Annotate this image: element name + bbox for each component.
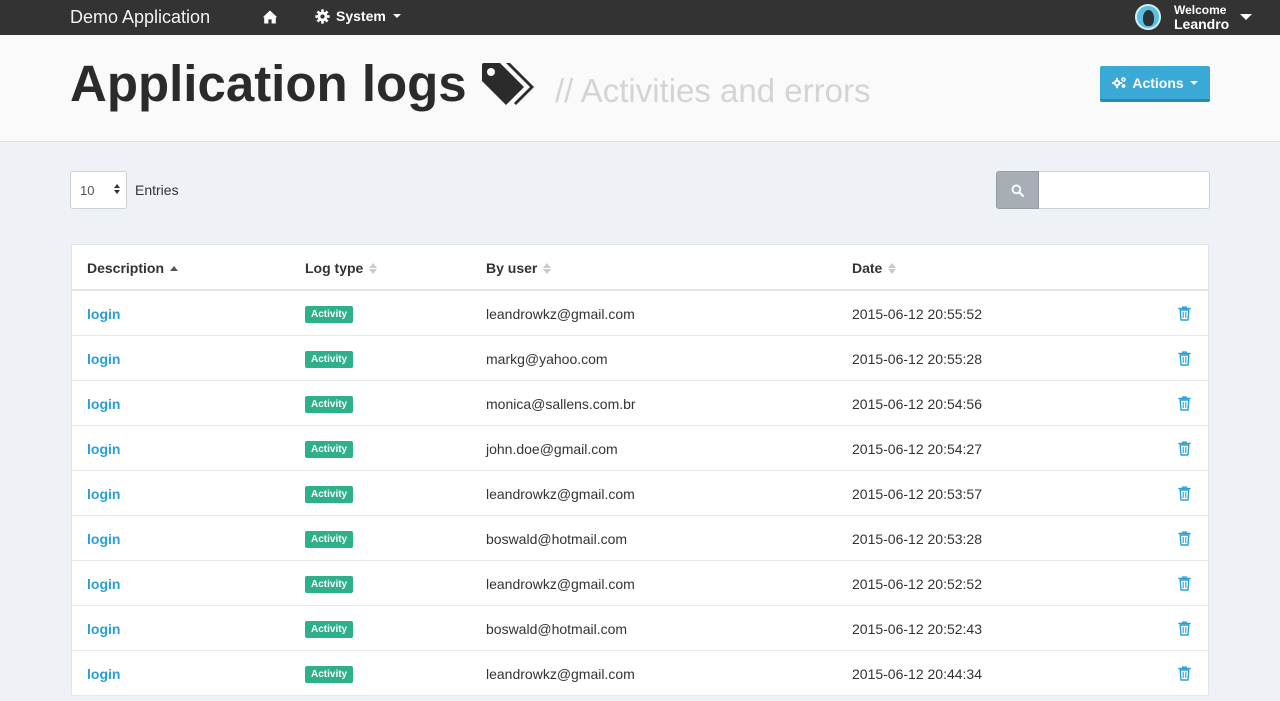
top-navbar: Demo Application System Welcome Leandro	[0, 0, 1280, 35]
log-date: 2015-06-12 20:52:43	[852, 621, 982, 637]
log-user: john.doe@gmail.com	[486, 441, 618, 457]
trash-icon[interactable]	[1178, 396, 1191, 411]
log-description-link[interactable]: login	[87, 666, 120, 682]
log-date: 2015-06-12 20:55:28	[852, 351, 982, 367]
entries-value: 10	[80, 182, 95, 198]
trash-icon[interactable]	[1178, 306, 1191, 321]
sort-icon	[543, 262, 552, 274]
log-user: boswald@hotmail.com	[486, 621, 628, 637]
log-user: leandrowkz@gmail.com	[486, 666, 635, 682]
table-row: login Activity leandrowkz@gmail.com 2015-06…	[72, 561, 1208, 606]
actions-label: Actions	[1132, 74, 1184, 91]
column-header-description[interactable]: Description	[87, 260, 179, 276]
log-user: leandrowkz@gmail.com	[486, 576, 635, 592]
sort-ascending-icon	[170, 265, 179, 271]
sort-icon	[888, 262, 897, 274]
table-row: login Activity boswald@hotmail.com 2015-06-…	[72, 606, 1208, 651]
trash-icon[interactable]	[1178, 576, 1191, 591]
trash-icon[interactable]	[1178, 531, 1191, 546]
column-header-label: Date	[852, 260, 883, 276]
log-date: 2015-06-12 20:54:56	[852, 396, 982, 412]
page-subtitle: // Activities and errors	[555, 72, 871, 109]
log-type-badge: Activity	[305, 531, 354, 548]
search-icon	[1011, 184, 1024, 197]
log-description-link[interactable]: login	[87, 576, 120, 592]
tags-icon	[482, 63, 534, 105]
log-user: monica@sallens.com.br	[486, 396, 636, 412]
trash-icon[interactable]	[1178, 486, 1191, 501]
log-type-badge: Activity	[305, 621, 354, 638]
column-header-log-type[interactable]: Log type	[305, 260, 378, 276]
entries-label: Entries	[135, 182, 179, 198]
page-header: Application logs // Activities and error…	[0, 35, 1280, 142]
system-menu-label: System	[336, 8, 386, 24]
log-type-badge: Activity	[305, 576, 354, 593]
log-description-link[interactable]: login	[87, 486, 120, 502]
log-date: 2015-06-12 20:54:27	[852, 441, 982, 457]
actions-button[interactable]: Actions	[1100, 66, 1210, 102]
welcome-label: Welcome	[1174, 3, 1227, 17]
chevron-down-icon	[1189, 80, 1198, 85]
log-description-link[interactable]: login	[87, 396, 120, 412]
table-row: login Activity monica@sallens.com.br 2015-0…	[72, 381, 1208, 426]
table-row: login Activity boswald@hotmail.com 2015-06-…	[72, 516, 1208, 561]
logs-table: Description Log type By user Date login A…	[71, 244, 1209, 696]
column-header-label: By user	[486, 260, 538, 276]
sort-icon	[369, 262, 378, 274]
column-header-label: Description	[87, 260, 165, 276]
table-header: Description Log type By user Date	[72, 245, 1208, 291]
entries-select[interactable]: 10	[70, 171, 127, 209]
table-row: login Activity leandrowkz@gmail.com 2015-06…	[72, 471, 1208, 516]
log-date: 2015-06-12 20:55:52	[852, 306, 982, 322]
table-row: login Activity markg@yahoo.com 2015-06-12 2…	[72, 336, 1208, 381]
log-type-badge: Activity	[305, 486, 354, 503]
log-description-link[interactable]: login	[87, 306, 120, 322]
system-menu[interactable]: System	[315, 8, 401, 24]
search-input[interactable]	[1039, 171, 1210, 209]
log-type-badge: Activity	[305, 306, 354, 323]
column-header-date[interactable]: Date	[852, 260, 897, 276]
chevron-down-icon	[392, 14, 401, 18]
log-type-badge: Activity	[305, 396, 354, 413]
table-row: login Activity leandrowkz@gmail.com 2015-06…	[72, 291, 1208, 336]
page-title: Application logs	[70, 55, 467, 112]
log-type-badge: Activity	[305, 351, 354, 368]
column-header-label: Log type	[305, 260, 364, 276]
log-description-link[interactable]: login	[87, 621, 120, 637]
log-date: 2015-06-12 20:53:57	[852, 486, 982, 502]
column-header-by-user[interactable]: By user	[486, 260, 552, 276]
chevron-down-icon	[1240, 14, 1252, 20]
log-user: leandrowkz@gmail.com	[486, 486, 635, 502]
gear-icon	[315, 8, 330, 24]
log-user: markg@yahoo.com	[486, 351, 608, 367]
log-type-badge: Activity	[305, 666, 354, 683]
trash-icon[interactable]	[1178, 621, 1191, 636]
trash-icon[interactable]	[1178, 441, 1191, 456]
trash-icon[interactable]	[1178, 351, 1191, 366]
log-user: leandrowkz@gmail.com	[486, 306, 635, 322]
search-button[interactable]	[996, 171, 1039, 209]
user-menu[interactable]: Welcome Leandro	[1134, 2, 1264, 33]
log-user: boswald@hotmail.com	[486, 531, 628, 547]
avatar	[1135, 4, 1161, 30]
home-icon[interactable]	[262, 9, 278, 25]
user-name: Leandro	[1174, 16, 1230, 32]
log-type-badge: Activity	[305, 441, 354, 458]
cogs-icon	[1112, 77, 1127, 89]
log-date: 2015-06-12 20:44:34	[852, 666, 982, 682]
table-row: login Activity leandrowkz@gmail.com 2015-06…	[72, 651, 1208, 696]
log-description-link[interactable]: login	[87, 531, 120, 547]
select-arrows-icon	[114, 184, 120, 194]
log-description-link[interactable]: login	[87, 441, 120, 457]
table-row: login Activity john.doe@gmail.com 2015-06-1…	[72, 426, 1208, 471]
log-date: 2015-06-12 20:52:52	[852, 576, 982, 592]
brand-title[interactable]: Demo Application	[70, 7, 210, 28]
log-date: 2015-06-12 20:53:28	[852, 531, 982, 547]
trash-icon[interactable]	[1178, 666, 1191, 681]
log-description-link[interactable]: login	[87, 351, 120, 367]
